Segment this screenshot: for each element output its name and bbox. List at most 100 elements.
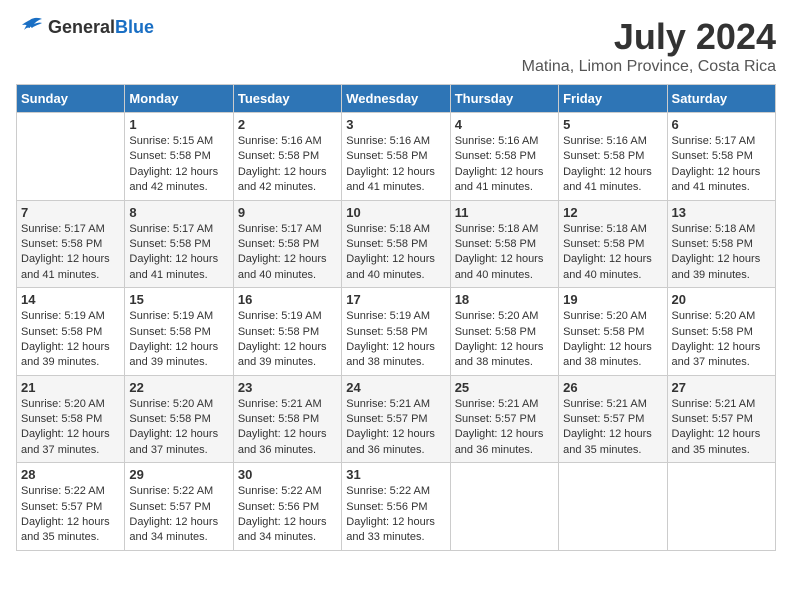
day-info: Sunrise: 5:20 AM Sunset: 5:58 PM Dayligh… [129,397,228,459]
day-number: 10 [346,205,445,220]
week-row: 28 Sunrise: 5:22 AM Sunset: 5:57 PM Dayli… [17,463,776,551]
day-info: Sunrise: 5:15 AM Sunset: 5:58 PM Dayligh… [129,134,228,196]
header-cell-saturday: Saturday [667,85,775,113]
week-row: 1 Sunrise: 5:15 AM Sunset: 5:58 PM Daylig… [17,113,776,201]
day-number: 14 [21,292,120,307]
calendar-cell: 17 Sunrise: 5:19 AM Sunset: 5:58 PM Dayli… [342,288,450,376]
calendar-cell [17,113,125,201]
day-number: 16 [238,292,337,307]
day-number: 29 [129,467,228,482]
header: GeneralBlue July 2024 Matina, Limon Prov… [16,16,776,76]
day-info: Sunrise: 5:21 AM Sunset: 5:57 PM Dayligh… [455,397,554,459]
calendar-cell [450,463,558,551]
day-number: 12 [563,205,662,220]
day-info: Sunrise: 5:18 AM Sunset: 5:58 PM Dayligh… [455,222,554,284]
week-row: 7 Sunrise: 5:17 AM Sunset: 5:58 PM Daylig… [17,200,776,288]
day-number: 26 [563,380,662,395]
day-number: 3 [346,117,445,132]
header-cell-tuesday: Tuesday [233,85,341,113]
day-info: Sunrise: 5:20 AM Sunset: 5:58 PM Dayligh… [563,309,662,371]
calendar-cell: 26 Sunrise: 5:21 AM Sunset: 5:57 PM Dayli… [559,375,667,463]
calendar-cell: 28 Sunrise: 5:22 AM Sunset: 5:57 PM Dayli… [17,463,125,551]
calendar-cell: 9Sunrise: 5:17 AM Sunset: 5:58 PM Daylig… [233,200,341,288]
header-cell-monday: Monday [125,85,233,113]
day-number: 27 [672,380,771,395]
calendar-cell: 15 Sunrise: 5:19 AM Sunset: 5:58 PM Dayli… [125,288,233,376]
day-number: 22 [129,380,228,395]
day-info: Sunrise: 5:21 AM Sunset: 5:57 PM Dayligh… [563,397,662,459]
day-info: Sunrise: 5:22 AM Sunset: 5:57 PM Dayligh… [129,484,228,546]
day-number: 9 [238,205,337,220]
calendar-cell: 5 Sunrise: 5:16 AM Sunset: 5:58 PM Daylig… [559,113,667,201]
day-info: Sunrise: 5:21 AM Sunset: 5:57 PM Dayligh… [672,397,771,459]
subtitle: Matina, Limon Province, Costa Rica [522,58,776,76]
day-number: 25 [455,380,554,395]
week-row: 14 Sunrise: 5:19 AM Sunset: 5:58 PM Dayli… [17,288,776,376]
day-number: 17 [346,292,445,307]
day-number: 15 [129,292,228,307]
day-number: 20 [672,292,771,307]
calendar-cell: 12Sunrise: 5:18 AM Sunset: 5:58 PM Dayli… [559,200,667,288]
day-info: Sunrise: 5:16 AM Sunset: 5:58 PM Dayligh… [563,134,662,196]
day-info: Sunrise: 5:20 AM Sunset: 5:58 PM Dayligh… [455,309,554,371]
calendar-cell: 13Sunrise: 5:18 AM Sunset: 5:58 PM Dayli… [667,200,775,288]
day-number: 1 [129,117,228,132]
day-number: 11 [455,205,554,220]
week-row: 21Sunrise: 5:20 AM Sunset: 5:58 PM Dayli… [17,375,776,463]
day-number: 6 [672,117,771,132]
day-info: Sunrise: 5:17 AM Sunset: 5:58 PM Dayligh… [21,222,120,284]
logo-text-blue: Blue [115,17,154,38]
title-area: July 2024 Matina, Limon Province, Costa … [522,16,776,76]
day-info: Sunrise: 5:19 AM Sunset: 5:58 PM Dayligh… [346,309,445,371]
header-cell-thursday: Thursday [450,85,558,113]
calendar-cell: 4Sunrise: 5:16 AM Sunset: 5:58 PM Daylig… [450,113,558,201]
calendar-body: 1 Sunrise: 5:15 AM Sunset: 5:58 PM Daylig… [17,113,776,551]
calendar-cell: 14Sunrise: 5:19 AM Sunset: 5:58 PM Dayli… [17,288,125,376]
logo: GeneralBlue [16,16,154,38]
day-number: 31 [346,467,445,482]
day-info: Sunrise: 5:22 AM Sunset: 5:56 PM Dayligh… [238,484,337,546]
day-info: Sunrise: 5:19 AM Sunset: 5:58 PM Dayligh… [129,309,228,371]
day-info: Sunrise: 5:22 AM Sunset: 5:56 PM Dayligh… [346,484,445,546]
day-number: 5 [563,117,662,132]
day-info: Sunrise: 5:22 AM Sunset: 5:57 PM Dayligh… [21,484,120,546]
calendar-cell: 7 Sunrise: 5:17 AM Sunset: 5:58 PM Daylig… [17,200,125,288]
day-info: Sunrise: 5:19 AM Sunset: 5:58 PM Dayligh… [238,309,337,371]
header-cell-friday: Friday [559,85,667,113]
calendar-cell: 20 Sunrise: 5:20 AM Sunset: 5:58 PM Dayli… [667,288,775,376]
calendar-cell: 1 Sunrise: 5:15 AM Sunset: 5:58 PM Daylig… [125,113,233,201]
calendar-cell: 2 Sunrise: 5:16 AM Sunset: 5:58 PM Daylig… [233,113,341,201]
calendar-cell: 6 Sunrise: 5:17 AM Sunset: 5:58 PM Daylig… [667,113,775,201]
calendar-cell: 18 Sunrise: 5:20 AM Sunset: 5:58 PM Dayli… [450,288,558,376]
calendar-cell: 30 Sunrise: 5:22 AM Sunset: 5:56 PM Dayli… [233,463,341,551]
calendar-cell: 8Sunrise: 5:17 AM Sunset: 5:58 PM Daylig… [125,200,233,288]
calendar-cell: 24Sunrise: 5:21 AM Sunset: 5:57 PM Dayli… [342,375,450,463]
day-info: Sunrise: 5:21 AM Sunset: 5:57 PM Dayligh… [346,397,445,459]
calendar-cell [559,463,667,551]
day-info: Sunrise: 5:21 AM Sunset: 5:58 PM Dayligh… [238,397,337,459]
main-title: July 2024 [522,16,776,58]
calendar-cell: 11 Sunrise: 5:18 AM Sunset: 5:58 PM Dayli… [450,200,558,288]
calendar-table: SundayMondayTuesdayWednesdayThursdayFrid… [16,84,776,551]
calendar-cell: 21Sunrise: 5:20 AM Sunset: 5:58 PM Dayli… [17,375,125,463]
calendar-cell: 25 Sunrise: 5:21 AM Sunset: 5:57 PM Dayli… [450,375,558,463]
calendar-cell: 10 Sunrise: 5:18 AM Sunset: 5:58 PM Dayli… [342,200,450,288]
day-info: Sunrise: 5:16 AM Sunset: 5:58 PM Dayligh… [455,134,554,196]
day-info: Sunrise: 5:16 AM Sunset: 5:58 PM Dayligh… [238,134,337,196]
day-number: 18 [455,292,554,307]
day-number: 30 [238,467,337,482]
day-number: 28 [21,467,120,482]
header-row: SundayMondayTuesdayWednesdayThursdayFrid… [17,85,776,113]
day-number: 8 [129,205,228,220]
day-number: 7 [21,205,120,220]
logo-text-general: General [48,17,115,38]
header-cell-wednesday: Wednesday [342,85,450,113]
day-number: 2 [238,117,337,132]
day-number: 19 [563,292,662,307]
calendar-header: SundayMondayTuesdayWednesdayThursdayFrid… [17,85,776,113]
day-info: Sunrise: 5:20 AM Sunset: 5:58 PM Dayligh… [672,309,771,371]
day-info: Sunrise: 5:18 AM Sunset: 5:58 PM Dayligh… [672,222,771,284]
calendar-cell: 16 Sunrise: 5:19 AM Sunset: 5:58 PM Dayli… [233,288,341,376]
day-info: Sunrise: 5:18 AM Sunset: 5:58 PM Dayligh… [346,222,445,284]
day-info: Sunrise: 5:17 AM Sunset: 5:58 PM Dayligh… [672,134,771,196]
